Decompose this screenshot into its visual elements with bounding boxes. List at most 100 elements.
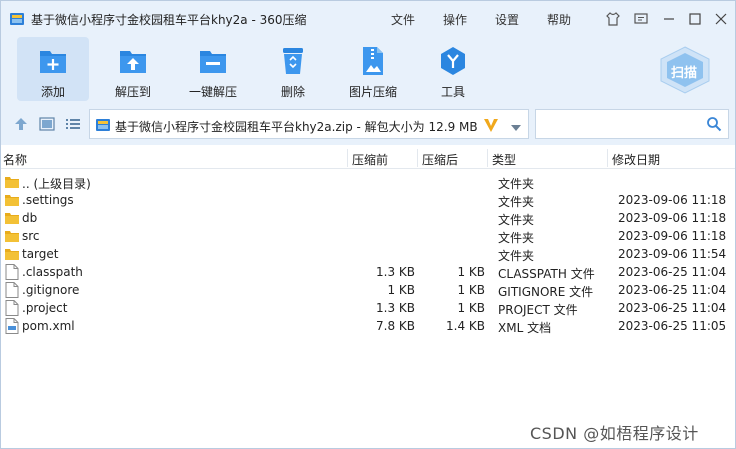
file-icon — [5, 282, 19, 298]
app-logo-icon — [9, 11, 25, 27]
maximize-icon[interactable] — [685, 9, 705, 29]
file-size-after: 1.4 KB — [446, 319, 485, 333]
file-modified-date: 2023-06-25 11:04 — [618, 283, 727, 297]
file-name: src — [22, 229, 40, 243]
archive-window: 基于微信小程序寸金校园租车平台khy2a - 360压缩 文件 操作 设置 帮助… — [0, 0, 736, 449]
file-row[interactable]: target 文件夹 2023-09-06 11:54 — [1, 245, 735, 263]
extract-to-button[interactable]: 解压到 — [97, 37, 169, 101]
file-size-before: 7.8 KB — [376, 319, 415, 333]
v-logo-icon[interactable] — [482, 116, 500, 134]
file-modified-date: 2023-09-06 11:18 — [618, 193, 727, 207]
file-modified-date: 2023-06-25 11:05 — [618, 319, 727, 333]
file-size-before: 1 KB — [387, 283, 415, 297]
file-type: 文件夹 — [498, 249, 535, 263]
tools-label: 工具 — [440, 85, 465, 99]
column-size-before[interactable]: 压缩前 — [352, 151, 388, 168]
menu-file[interactable]: 文件 — [391, 11, 415, 28]
file-modified-date: 2023-09-06 11:18 — [618, 211, 727, 225]
tools-icon — [436, 45, 470, 77]
file-list: .. (上级目录) 文件夹 .settings 文件夹 2023-09-06 11:18… — [1, 173, 735, 335]
folder-icon — [5, 174, 19, 190]
watermark: CSDN @如梧程序设计 — [530, 424, 699, 443]
add-icon — [36, 45, 70, 77]
title-bar: 基于微信小程序寸金校园租车平台khy2a - 360压缩 文件 操作 设置 帮助 — [1, 1, 735, 37]
scan-button[interactable]: 扫描 — [657, 45, 713, 95]
column-divider[interactable] — [607, 149, 608, 167]
zip-archive-icon — [95, 117, 111, 133]
image-compress-button[interactable]: 图片压缩 — [337, 37, 409, 101]
add-label: 添加 — [40, 85, 65, 99]
file-name: .. (上级目录) — [22, 177, 91, 191]
column-divider[interactable] — [487, 149, 488, 167]
file-name: .classpath — [22, 265, 83, 279]
file-name: target — [22, 247, 59, 261]
file-row[interactable]: src 文件夹 2023-09-06 11:18 — [1, 227, 735, 245]
delete-label: 删除 — [280, 85, 305, 99]
file-row[interactable]: .. (上级目录) 文件夹 — [1, 173, 735, 191]
file-row[interactable]: .settings 文件夹 2023-09-06 11:18 — [1, 191, 735, 209]
tools-button[interactable]: 工具 — [417, 37, 489, 101]
search-box — [535, 109, 729, 139]
image-compress-label: 图片压缩 — [348, 85, 397, 99]
file-type: 文件夹 — [498, 177, 535, 191]
menu-settings[interactable]: 设置 — [495, 11, 519, 28]
one-click-extract-button[interactable]: 一键解压 — [177, 37, 249, 101]
file-type: 文件夹 — [498, 213, 535, 227]
file-size-before: 1.3 KB — [376, 301, 415, 315]
file-size-after: 1 KB — [457, 301, 485, 315]
file-name: .settings — [22, 193, 74, 207]
skin-icon[interactable] — [603, 9, 623, 29]
list-view-icon[interactable] — [65, 117, 81, 131]
toolbar: 添加 解压到 一键解压 删除 图片压缩 工具 — [1, 37, 735, 103]
file-size-after: 1 KB — [457, 265, 485, 279]
feedback-icon[interactable] — [631, 9, 651, 29]
add-button[interactable]: 添加 — [17, 37, 89, 101]
file-size-after: 1 KB — [457, 283, 485, 297]
file-modified-date: 2023-09-06 11:54 — [618, 247, 727, 261]
folder-icon — [5, 228, 19, 244]
archive-path: 基于微信小程序寸金校园租车平台khy2a.zip - 解包大小为 12.9 MB — [115, 120, 478, 134]
file-size-before: 1.3 KB — [376, 265, 415, 279]
extract-to-icon — [116, 45, 150, 77]
file-type: CLASSPATH 文件 — [498, 267, 595, 281]
column-date[interactable]: 修改日期 — [612, 151, 660, 168]
column-type[interactable]: 类型 — [492, 151, 516, 168]
trash-icon — [276, 45, 310, 77]
file-type: 文件夹 — [498, 195, 535, 209]
file-row[interactable]: pom.xml 7.8 KB 1.4 KB XML 文档 2023-06-25 11:0… — [1, 317, 735, 335]
file-row[interactable]: db 文件夹 2023-09-06 11:18 — [1, 209, 735, 227]
file-icon — [5, 264, 19, 280]
minimize-icon[interactable] — [659, 9, 679, 29]
file-name: db — [22, 211, 38, 225]
address-bar[interactable]: 基于微信小程序寸金校园租车平台khy2a.zip - 解包大小为 12.9 MB — [89, 109, 529, 139]
chevron-down-icon[interactable] — [510, 121, 522, 131]
scan-label: 扫描 — [671, 66, 698, 81]
xml-file-icon — [5, 318, 19, 334]
thumbnail-view-icon[interactable] — [39, 117, 55, 131]
file-type: XML 文档 — [498, 321, 552, 335]
column-divider[interactable] — [347, 149, 348, 167]
file-type: 文件夹 — [498, 231, 535, 245]
up-arrow-icon[interactable] — [13, 117, 29, 131]
extract-to-label: 解压到 — [114, 85, 151, 99]
search-input[interactable] — [540, 115, 700, 133]
delete-button[interactable]: 删除 — [257, 37, 329, 101]
folder-icon — [5, 210, 19, 226]
file-type: PROJECT 文件 — [498, 303, 578, 317]
column-size-after[interactable]: 压缩后 — [422, 151, 458, 168]
file-row[interactable]: .gitignore 1 KB 1 KB GITIGNORE 文件 2023-06-25… — [1, 281, 735, 299]
image-compress-icon — [356, 45, 390, 77]
file-row[interactable]: .classpath 1.3 KB 1 KB CLASSPATH 文件 2023-06-… — [1, 263, 735, 281]
menu-operate[interactable]: 操作 — [443, 11, 467, 28]
close-icon[interactable] — [711, 9, 731, 29]
file-list-header: 名称 压缩前 压缩后 类型 修改日期 — [1, 147, 735, 169]
menu-help[interactable]: 帮助 — [547, 11, 571, 28]
file-name: pom.xml — [22, 319, 75, 333]
file-modified-date: 2023-09-06 11:18 — [618, 229, 727, 243]
search-icon[interactable] — [706, 116, 722, 132]
one-click-extract-label: 一键解压 — [188, 85, 237, 99]
column-name[interactable]: 名称 — [3, 151, 27, 168]
file-name: .project — [22, 301, 68, 315]
file-row[interactable]: .project 1.3 KB 1 KB PROJECT 文件 2023-06-25 1… — [1, 299, 735, 317]
column-divider[interactable] — [417, 149, 418, 167]
